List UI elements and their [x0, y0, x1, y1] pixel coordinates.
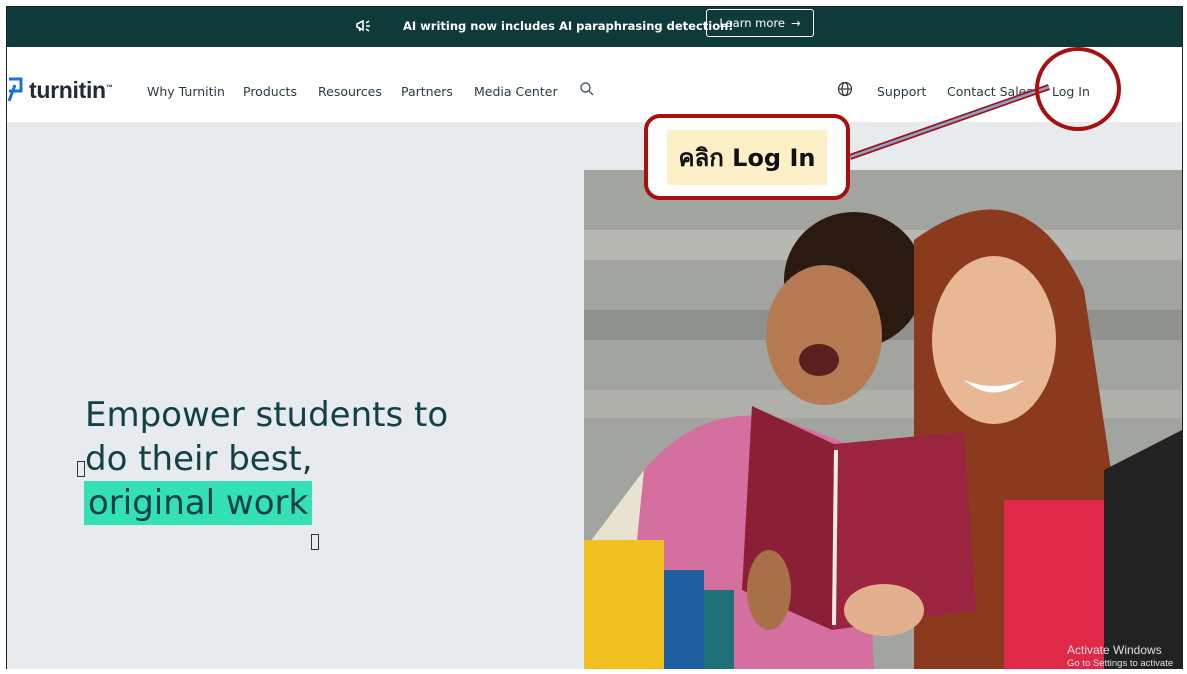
- annotation-arrow: [849, 84, 1050, 160]
- browser-page: AI writing now includes AI paraphrasing …: [6, 6, 1183, 669]
- annotation-callout: คลิก Log In: [644, 114, 850, 200]
- windows-activation-watermark: Activate Windows Go to Settings to activ…: [1067, 643, 1182, 669]
- watermark-line-2: Go to Settings to activate Windows.: [1067, 658, 1174, 669]
- login-highlight-circle: [1035, 47, 1121, 131]
- watermark-line-1: Activate Windows: [1067, 643, 1162, 657]
- callout-text: คลิก Log In: [666, 129, 828, 185]
